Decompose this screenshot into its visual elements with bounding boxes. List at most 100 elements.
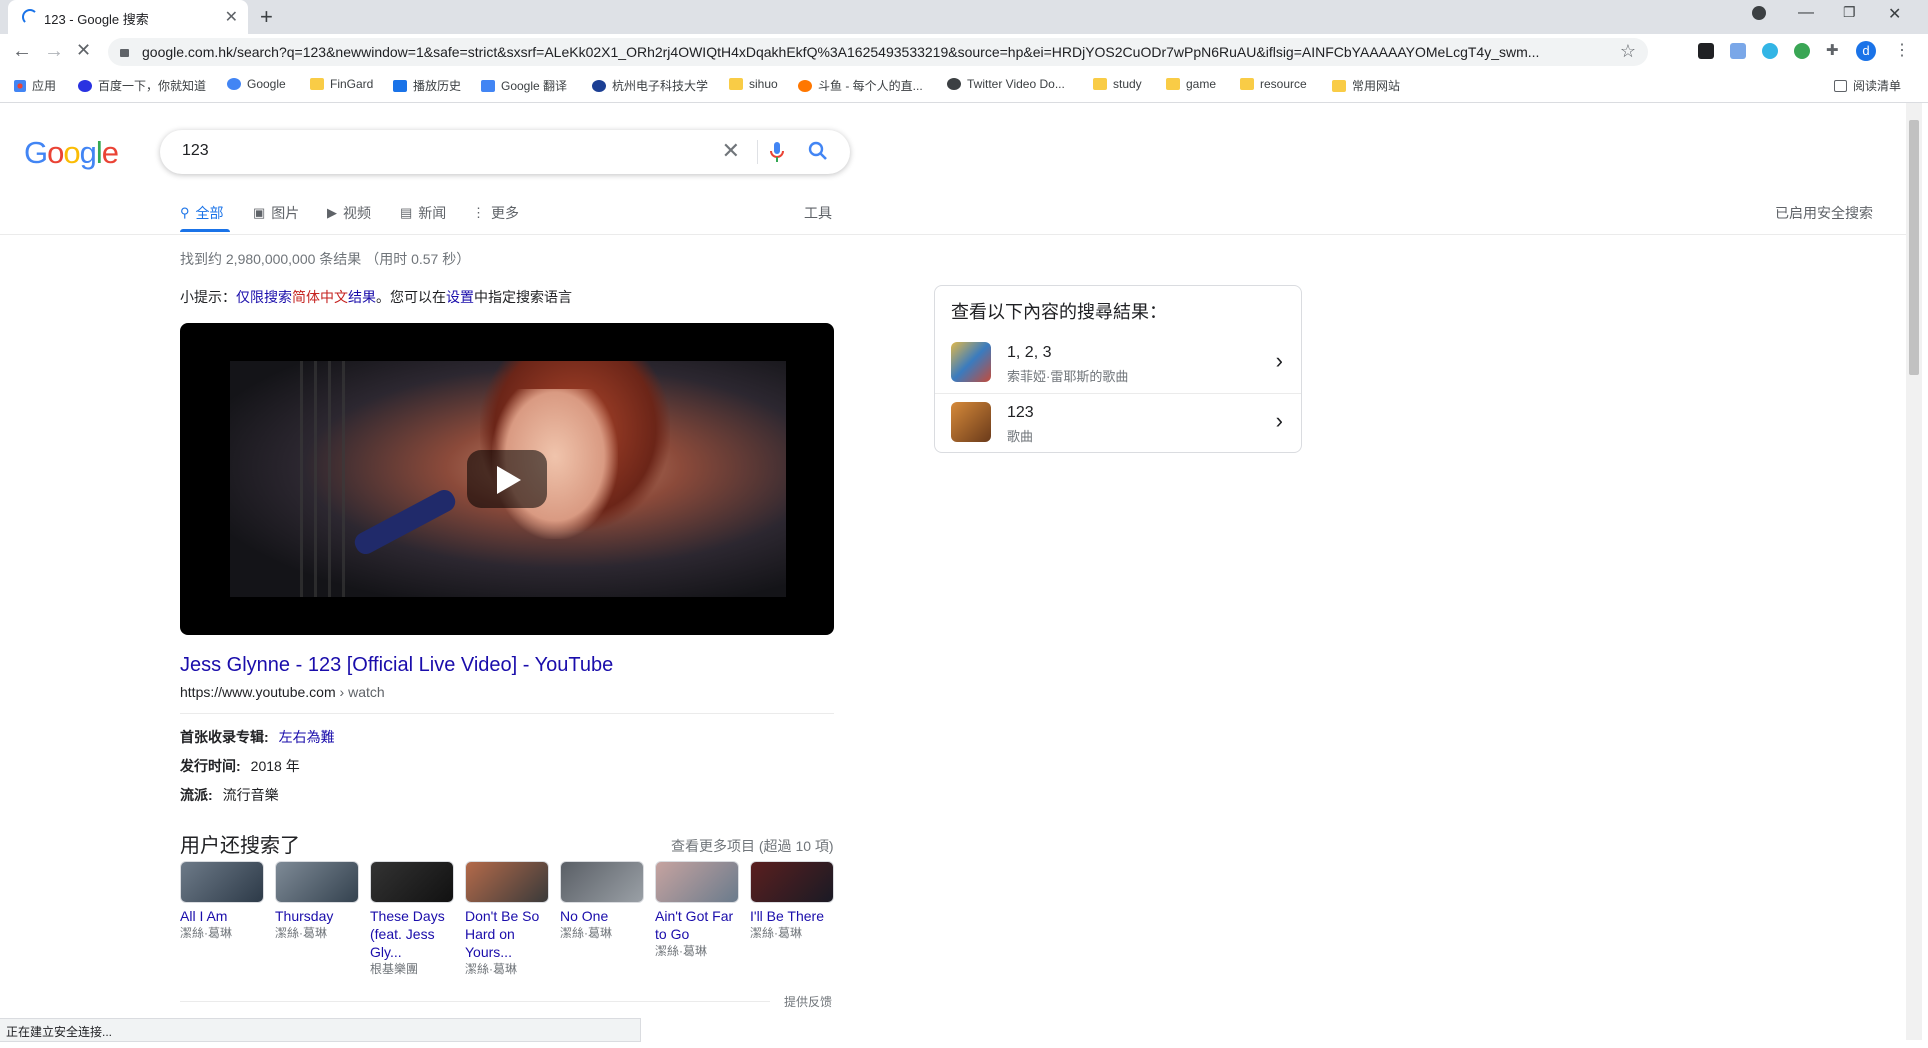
bookmark-label: 常用网站 [1352,79,1401,93]
bookmark-hdu[interactable]: 杭州电子科技大学 [592,77,708,94]
bookmark-label: Google 翻译 [501,79,568,93]
stop-loading-button[interactable]: ✕ [76,40,91,61]
search-icon: ⚲ [180,205,190,220]
google-logo[interactable]: Google [24,135,119,171]
result-stats: 找到约 2,980,000,000 条结果 （用时 0.57 秒） [180,251,471,267]
release-row: 发行时间: 2018 年 [180,756,300,776]
tab-search-icon[interactable] [1752,6,1766,20]
tab-all[interactable]: ⚲ 全部 [180,203,224,223]
panel-row-subtitle: 歌曲 [1007,429,1034,444]
tab-label: 全部 [195,205,224,221]
folder-icon [1240,78,1254,90]
stage-truss [300,361,350,597]
bookmark-fingard[interactable]: FinGard [310,77,373,91]
bookmark-common-sites[interactable]: 常用网站 [1332,77,1400,94]
bookmark-game[interactable]: game [1166,77,1216,91]
bookmark-label: 杭州电子科技大学 [612,79,709,93]
tip-settings-link[interactable]: 设置 [446,289,474,305]
browser-tab[interactable]: 123 - Google 搜索 ✕ [8,0,248,34]
panel-thumbnail [951,402,991,442]
video-icon: ▶ [327,205,337,220]
related-thumbnail [465,861,549,903]
related-card[interactable]: No One 潔絲·葛琳 [560,861,644,941]
bookmark-apps[interactable]: 应用 [14,77,56,94]
bookmark-study[interactable]: study [1093,77,1142,91]
bookmark-twitter-video[interactable]: Twitter Video Do... [947,77,1065,91]
bookmark-star-icon[interactable]: ☆ [1620,41,1636,62]
tab-videos[interactable]: ▶ 视频 [327,203,371,223]
related-artist: 潔絲·葛琳 [275,926,327,940]
back-button[interactable]: ← [12,40,32,63]
restore-button[interactable]: ❐ [1843,4,1856,21]
reading-list-icon [1834,79,1847,92]
profile-avatar[interactable]: d [1856,41,1876,61]
see-more-link[interactable]: 查看更多项目 (超過 10 項) [671,836,834,856]
more-dots-icon: ⋮ [472,205,485,220]
bookmark-baidu[interactable]: 百度一下，你就知道 [78,77,206,94]
bookmark-douyu[interactable]: 斗鱼 - 每个人的直... [798,77,923,94]
douyu-icon [798,79,812,92]
album-link[interactable]: 左右為難 [279,729,335,745]
tip-mid: 。您可以在 [376,289,446,305]
related-card[interactable]: Ain't Got Far to Go 潔絲·葛琳 [655,861,739,959]
translate-icon [481,79,495,92]
address-bar[interactable]: google.com.hk/search?q=123&newwindow=1&s… [108,38,1648,66]
puzzle-extensions-icon[interactable]: ✚ [1826,41,1842,59]
tab-images[interactable]: ▣ 图片 [253,203,299,223]
album-label: 首张收录专辑: [180,729,269,745]
related-card[interactable]: All I Am 潔絲·葛琳 [180,861,264,941]
panel-row[interactable]: 123 歌曲 › [935,393,1301,452]
feedback-link[interactable]: 提供反馈 [784,993,832,1010]
result-domain: https://www.youtube.com [180,684,336,700]
related-card[interactable]: These Days (feat. Jess Gly... 根基樂團 [370,861,454,977]
extension-icon-3[interactable] [1762,43,1778,59]
extension-icon-4[interactable] [1794,43,1810,59]
scrollbar-thumb[interactable] [1909,120,1919,375]
result-divider [180,713,834,714]
related-card[interactable]: I'll Be There 潔絲·葛琳 [750,861,834,941]
related-title: Ain't Got Far to Go [655,908,734,942]
play-button[interactable] [467,450,547,508]
url-text: google.com.hk/search?q=123&newwindow=1&s… [142,44,1540,60]
bookmark-label: Twitter Video Do... [967,77,1065,91]
related-artist: 潔絲·葛琳 [655,944,707,958]
tools-button[interactable]: 工具 [804,203,832,223]
result-title-link[interactable]: Jess Glynne - 123 [Official Live Video] … [180,654,613,677]
bookmark-sihuo[interactable]: sihuo [729,77,778,91]
tip-prefix: 小提示： [180,289,236,305]
genre-row: 流派: 流行音樂 [180,785,279,805]
bookmark-history[interactable]: 播放历史 [393,77,461,94]
panel-row[interactable]: 1, 2, 3 索菲婭·雷耶斯的歌曲 › [935,334,1301,392]
google-g-icon [227,78,241,90]
search-icon[interactable] [808,141,828,166]
panel-thumbnail [951,342,991,382]
tab-more[interactable]: ⋮ 更多 [472,203,519,223]
new-tab-button[interactable]: + [260,4,273,30]
forward-button[interactable]: → [44,40,64,63]
close-tab-icon[interactable]: ✕ [225,7,238,27]
related-artist: 潔絲·葛琳 [560,926,612,940]
search-input[interactable]: 123 [182,142,209,160]
related-card[interactable]: Thursday 潔絲·葛琳 [275,861,359,941]
bookmark-google[interactable]: Google [227,77,286,91]
minimize-button[interactable]: — [1798,4,1814,22]
related-artist: 潔絲·葛琳 [750,926,802,940]
close-window-button[interactable]: ✕ [1888,4,1901,24]
tab-news[interactable]: ▤ 新闻 [400,203,446,223]
extension-icon-2[interactable] [1730,43,1746,59]
folder-icon [310,78,324,90]
extension-icon-1[interactable] [1698,43,1714,59]
bookmark-translate[interactable]: Google 翻译 [481,77,567,94]
voice-search-icon[interactable] [770,142,784,167]
menu-kebab-icon[interactable]: ⋮ [1894,40,1910,60]
video-thumbnail[interactable] [180,323,834,635]
result-url[interactable]: https://www.youtube.com › watch [180,684,385,700]
tip-link-restrict[interactable]: 仅限搜索简体中文结果 [236,289,376,305]
safesearch-status[interactable]: 已启用安全搜索 [1775,203,1873,223]
reading-list-button[interactable]: 阅读清单 [1834,77,1901,94]
chevron-right-icon: › [1275,408,1283,433]
bookmark-resource[interactable]: resource [1240,77,1307,91]
search-box[interactable]: 123 ✕ [160,130,850,174]
clear-search-icon[interactable]: ✕ [722,138,740,164]
related-card[interactable]: Don't Be So Hard on Yours... 潔絲·葛琳 [465,861,549,977]
